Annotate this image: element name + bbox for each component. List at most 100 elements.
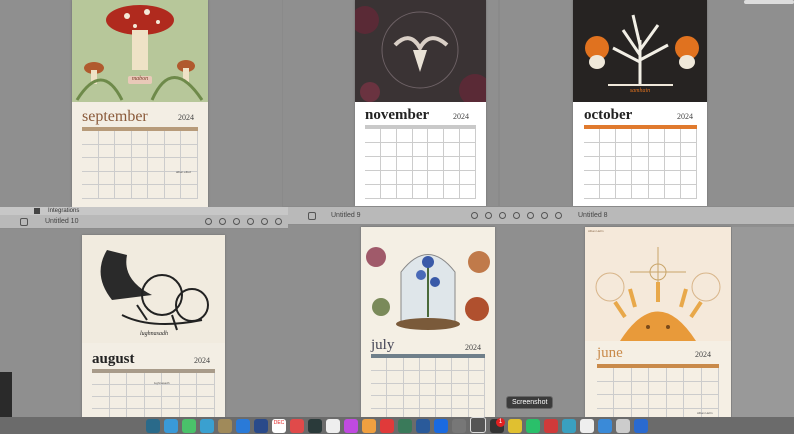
dock-app-icon[interactable]: [218, 419, 232, 433]
october-month-title: october: [584, 107, 633, 123]
window-untitled-10: Integrations Untitled 10 lughnasadh augu…: [0, 207, 288, 422]
zoom-in-icon[interactable]: [233, 218, 240, 225]
dock-app-icon[interactable]: [362, 419, 376, 433]
bell-jar-illustration: [361, 227, 495, 337]
june-month-title: june: [597, 345, 623, 361]
dock-app-icon[interactable]: [254, 419, 268, 433]
calendar-page-july[interactable]: july 2024: [361, 227, 495, 422]
window-october: samhain october 2024: [500, 0, 794, 206]
dock-app-icon[interactable]: [164, 419, 178, 433]
corner-thumbnail[interactable]: [744, 0, 794, 4]
samhain-art: [585, 14, 699, 86]
october-caption: samhain: [629, 88, 651, 94]
july-year: 2024: [465, 343, 481, 352]
bell-jar-art: [366, 247, 490, 330]
rotate-icon[interactable]: [541, 212, 548, 219]
september-note: alban elfed: [176, 170, 191, 174]
search-icon[interactable]: [275, 218, 282, 225]
calendar-page-june[interactable]: Alban Hefin june 2024 Alban Hefin: [585, 227, 731, 422]
sidebar-toggle-icon[interactable]: [20, 217, 28, 226]
window-title: Untitled 8: [578, 212, 608, 219]
sun-art: [595, 247, 721, 341]
share-icon[interactable]: [513, 212, 520, 219]
info-icon[interactable]: [205, 218, 212, 225]
dock-app-icon[interactable]: [308, 419, 322, 433]
calendar-app-icon[interactable]: DEC: [272, 419, 286, 433]
titlebar-untitled-9[interactable]: Untitled 9: [288, 207, 568, 225]
screenshot-app-icon[interactable]: [470, 417, 486, 433]
dock-app-icon[interactable]: [326, 419, 340, 433]
calendar-page-august[interactable]: lughnasadh august 2024 lughnasadh: [82, 235, 225, 422]
calendar-page-november[interactable]: november 2024: [355, 0, 486, 206]
dock-app-icon[interactable]: [416, 419, 430, 433]
dock-app-icon[interactable]: [562, 419, 576, 433]
titlebar-untitled-8[interactable]: Untitled 8: [568, 207, 794, 225]
sidebar-toggle-icon[interactable]: [308, 211, 316, 220]
june-note: Alban Hefin: [697, 411, 713, 415]
dock-app-icon[interactable]: [526, 419, 540, 433]
notification-badge: 1: [496, 418, 505, 427]
dock-app-icon[interactable]: [200, 419, 214, 433]
zoom-out-icon[interactable]: [485, 212, 492, 219]
dock-tooltip: Screenshot: [506, 396, 554, 409]
samhain-illustration: samhain: [573, 0, 707, 102]
dock-app-icon[interactable]: [616, 419, 630, 433]
dock-app-icon[interactable]: [508, 419, 522, 433]
october-year: 2024: [677, 112, 693, 121]
dock-app-icon[interactable]: [344, 419, 358, 433]
window-untitled-8: Untitled 8 Alban Hefin june 2024 Alban H…: [568, 207, 794, 422]
window-november: november 2024: [283, 0, 498, 206]
window-left-edge: [0, 372, 12, 422]
zoom-out-icon[interactable]: [219, 218, 226, 225]
toolbar-tools: [205, 218, 282, 225]
june-year: 2024: [695, 350, 711, 359]
system-settings-icon[interactable]: [452, 419, 466, 433]
window-september: mabon september 2024 alban elfed: [0, 0, 282, 208]
august-note: lughnasadh: [154, 381, 170, 385]
mushroom-illustration: mabon: [72, 0, 208, 102]
integrations-tab[interactable]: Integrations: [0, 207, 288, 215]
share-icon[interactable]: [247, 218, 254, 225]
toolbar-tools: [471, 212, 562, 219]
september-caption: mabon: [131, 76, 149, 82]
dock-app-icon[interactable]: [398, 419, 412, 433]
calendar-page-october[interactable]: samhain october 2024: [573, 0, 707, 206]
search-icon[interactable]: [555, 212, 562, 219]
dock-app-icon[interactable]: [380, 419, 394, 433]
dock-app-icon[interactable]: [434, 419, 448, 433]
mushroom-art: [75, 5, 204, 101]
september-month-title: september: [82, 108, 148, 125]
sun-illustration: Alban Hefin: [585, 227, 731, 341]
window-title: Untitled 9: [331, 212, 361, 219]
zoom-in-icon[interactable]: [499, 212, 506, 219]
november-day-grid: [365, 129, 476, 199]
august-month-title: august: [92, 351, 135, 367]
dock-app-icon[interactable]: [598, 419, 612, 433]
ram-skull-art: [355, 6, 486, 106]
dock-app-icon[interactable]: [182, 419, 196, 433]
markup-icon[interactable]: [527, 212, 534, 219]
cornucopia-illustration: lughnasadh: [82, 235, 225, 343]
info-icon[interactable]: [471, 212, 478, 219]
dock-app-icon[interactable]: [580, 419, 594, 433]
markup-icon[interactable]: [261, 218, 268, 225]
titlebar-untitled-10[interactable]: Untitled 10: [0, 215, 288, 229]
calendar-page-september[interactable]: mabon september 2024 alban elfed: [72, 0, 208, 208]
dock-app-icon[interactable]: [236, 419, 250, 433]
july-month-title: july: [371, 337, 395, 353]
window-untitled-9: Untitled 9 july 2024: [288, 207, 568, 422]
june-corner-text: Alban Hefin: [588, 229, 604, 233]
integrations-tab-label: Integrations: [48, 208, 80, 214]
august-caption: lughnasadh: [139, 331, 168, 337]
dock: DEC: [0, 417, 794, 434]
october-day-grid: [584, 129, 697, 199]
august-year: 2024: [194, 356, 210, 365]
dock-app-icon[interactable]: [634, 419, 648, 433]
september-year: 2024: [178, 113, 194, 122]
november-month-title: november: [365, 107, 430, 123]
dock-app-icon[interactable]: [544, 419, 558, 433]
dock-app-icon[interactable]: [290, 419, 304, 433]
september-day-grid: [82, 131, 198, 199]
dock-app-icon[interactable]: [146, 419, 160, 433]
grid-icon: [34, 208, 40, 214]
